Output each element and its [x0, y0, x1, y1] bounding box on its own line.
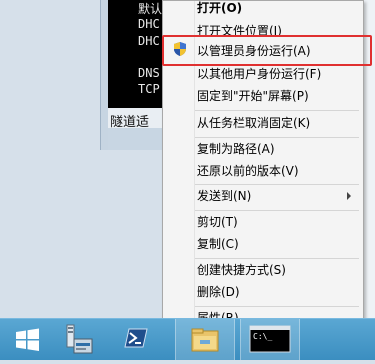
- menu-item-run-as-other-user[interactable]: 以其他用户身份运行(F): [197, 64, 321, 84]
- cmd-button[interactable]: C:\_: [240, 319, 300, 360]
- menu-item-create-shortcut[interactable]: 创建快捷方式(S): [197, 260, 286, 280]
- cmd-prompt-text: C:\_: [253, 332, 273, 341]
- menu-item-delete[interactable]: 删除(D): [197, 282, 240, 302]
- server-manager-button[interactable]: [58, 319, 98, 360]
- powershell-button[interactable]: [115, 319, 155, 360]
- menu-item-unpin-taskbar[interactable]: 从任务栏取消固定(K): [197, 113, 310, 133]
- server-manager-icon: [66, 324, 93, 354]
- menu-item-open[interactable]: 打开(O): [197, 0, 242, 18]
- menu-separator: [195, 184, 359, 185]
- powershell-icon: [124, 328, 148, 348]
- start-button[interactable]: [8, 319, 46, 360]
- menu-separator: [195, 110, 359, 111]
- menu-separator: [195, 210, 359, 211]
- console-line: DHC: [138, 34, 160, 48]
- menu-separator: [195, 306, 359, 307]
- highlight-box: [162, 35, 372, 66]
- menu-item-send-to[interactable]: 发送到(N): [197, 186, 251, 206]
- file-explorer-icon: [191, 328, 219, 352]
- console-line: DHC: [138, 17, 160, 31]
- start-icon: [16, 328, 39, 351]
- console-line: DNS: [138, 66, 160, 80]
- console-lower-area: [108, 128, 170, 150]
- console-line: TCP: [138, 82, 160, 96]
- menu-item-cut[interactable]: 剪切(T): [197, 212, 238, 232]
- menu-separator: [195, 137, 359, 138]
- menu-item-restore-previous[interactable]: 还原以前的版本(V): [197, 161, 299, 181]
- menu-item-copy-as-path[interactable]: 复制为路径(A): [197, 139, 275, 159]
- taskbar: C:\_: [0, 318, 375, 360]
- submenu-arrow-icon: [347, 192, 351, 200]
- menu-item-pin-to-start[interactable]: 固定到"开始"屏幕(P): [197, 86, 309, 106]
- file-explorer-button[interactable]: [175, 319, 235, 360]
- menu-item-copy[interactable]: 复制(C): [197, 234, 239, 254]
- console-line: 默认: [138, 2, 163, 16]
- menu-separator: [195, 258, 359, 259]
